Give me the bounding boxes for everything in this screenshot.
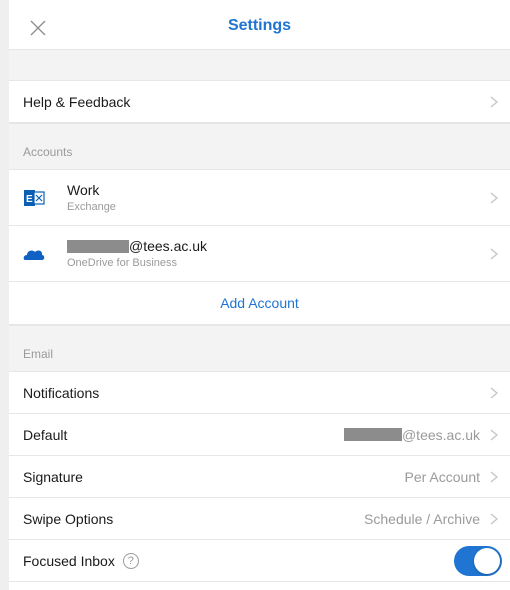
swipe-options-label: Swipe Options <box>23 510 114 527</box>
help-feedback-label: Help & Feedback <box>23 93 131 110</box>
signature-value: Per Account <box>404 468 481 485</box>
onedrive-icon <box>23 250 45 260</box>
default-row[interactable]: Default @tees.ac.uk <box>9 414 510 456</box>
exchange-icon: E <box>24 189 45 206</box>
chevron-right-icon <box>490 96 498 107</box>
swipe-options-row[interactable]: Swipe Options Schedule / Archive <box>9 498 510 540</box>
focused-inbox-toggle[interactable] <box>454 545 502 576</box>
focused-inbox-label: Focused Inbox <box>23 552 115 569</box>
redacted-username <box>343 428 402 441</box>
chevron-right-icon <box>490 248 498 259</box>
account-name: Work <box>67 182 100 198</box>
accounts-section-title: Accounts <box>23 145 73 159</box>
add-account-button[interactable]: Add Account <box>9 282 510 325</box>
chevron-right-icon <box>490 471 498 482</box>
help-icon[interactable]: ? <box>122 552 139 569</box>
toggle-knob <box>474 547 500 574</box>
account-row-work[interactable]: E Work Exchange <box>9 170 510 226</box>
accounts-section-header: Accounts <box>9 123 510 170</box>
spacer <box>9 50 510 81</box>
email-section-header: Email <box>9 325 510 372</box>
help-feedback-row[interactable]: Help & Feedback <box>9 81 510 123</box>
account-email-domain: @tees.ac.uk <box>129 238 208 254</box>
default-label: Default <box>23 426 68 443</box>
signature-row[interactable]: Signature Per Account <box>9 456 510 498</box>
email-section-title: Email <box>23 347 54 361</box>
notifications-label: Notifications <box>23 384 100 401</box>
signature-label: Signature <box>23 468 83 485</box>
page-title: Settings <box>227 17 292 34</box>
account-row-onedrive[interactable]: @tees.ac.uk OneDrive for Business <box>9 226 510 282</box>
redacted-username <box>67 239 129 253</box>
notifications-row[interactable]: Notifications <box>9 372 510 414</box>
focused-inbox-row: Focused Inbox ? <box>9 540 510 582</box>
settings-panel: Settings Help & Feedback Accounts E Work… <box>9 6 510 590</box>
chevron-right-icon <box>490 429 498 440</box>
swipe-options-value: Schedule / Archive <box>364 510 480 527</box>
account-email: @tees.ac.uk <box>67 238 207 254</box>
chevron-right-icon <box>490 387 498 398</box>
account-type: Exchange <box>67 201 116 213</box>
default-value-domain: @tees.ac.uk <box>401 426 480 443</box>
default-value: @tees.ac.uk <box>343 426 480 443</box>
chevron-right-icon <box>490 192 498 203</box>
left-edge <box>0 0 9 590</box>
account-type: OneDrive for Business <box>67 257 178 269</box>
header: Settings <box>9 6 510 50</box>
chevron-right-icon <box>490 513 498 524</box>
settings-screen: Settings Help & Feedback Accounts E Work… <box>0 0 510 590</box>
svg-text:E: E <box>26 194 33 205</box>
